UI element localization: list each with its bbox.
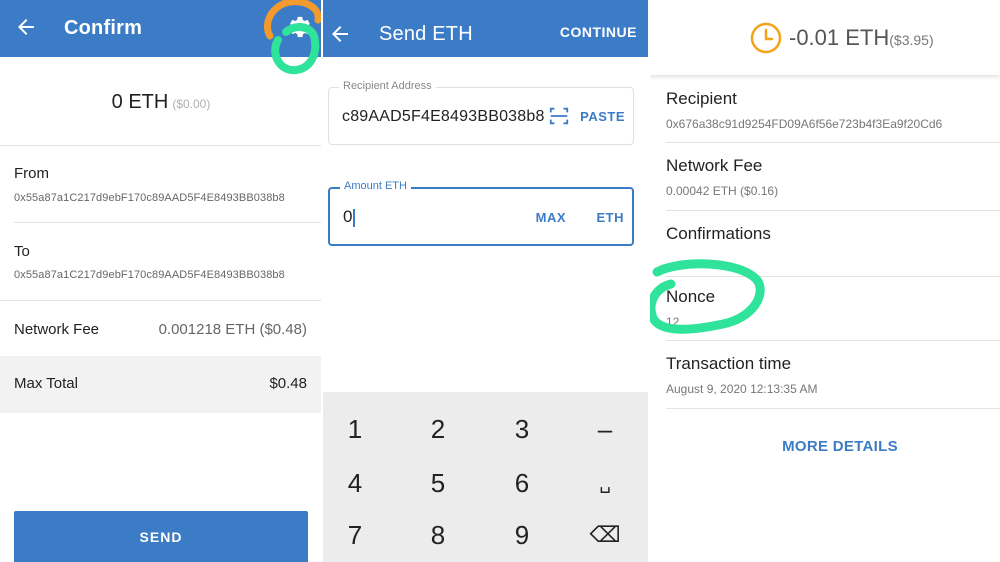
back-arrow-icon[interactable] xyxy=(328,22,352,46)
recipient-address-field[interactable]: Recipient Address c89AAD5F4E8493BB038b8 … xyxy=(328,80,634,145)
recipient-address-value[interactable]: c89AAD5F4E8493BB038b8 xyxy=(342,108,545,126)
continue-button[interactable]: CONTINUE xyxy=(560,24,637,40)
from-label: From xyxy=(14,165,49,182)
transaction-header: -0.01 ETH($3.95) xyxy=(649,0,1000,75)
key-2[interactable]: 2 xyxy=(408,409,468,449)
divider xyxy=(666,142,1000,143)
transaction-time-value: August 9, 2020 12:13:35 AM xyxy=(666,382,818,396)
network-fee-label: Network Fee xyxy=(666,156,763,175)
network-fee-label: Network Fee xyxy=(14,321,100,338)
key-8[interactable]: 8 xyxy=(408,515,468,555)
key-9[interactable]: 9 xyxy=(492,515,552,555)
divider xyxy=(0,145,322,146)
network-fee-value: 0.00042 ETH ($0.16) xyxy=(666,184,779,198)
highlight-scribble xyxy=(649,259,765,334)
page-title: Confirm xyxy=(64,17,143,39)
amount-eth: 0 ETH xyxy=(111,91,169,113)
max-total-row: Max Total $0.48 xyxy=(0,356,322,413)
to-label: To xyxy=(14,243,30,260)
send-eth-screen: Send ETH CONTINUE Recipient Address c89A… xyxy=(322,0,649,562)
recipient-address: 0x676a38c91d9254FD09A6f56e723b4f3Ea9f20C… xyxy=(666,117,943,131)
amount-display: 0 ETH ($0.00) xyxy=(0,91,322,114)
key-7[interactable]: 7 xyxy=(325,515,385,555)
max-total-label: Max Total xyxy=(14,375,78,392)
paste-button[interactable]: PASTE xyxy=(580,109,625,124)
key-1[interactable]: 1 xyxy=(325,409,385,449)
panel-separator xyxy=(648,0,650,562)
to-address: 0x55a87a1C217d9ebF170c89AAD5F4E8493BB038… xyxy=(14,269,285,281)
divider xyxy=(14,222,322,223)
amount-fiat: ($0.00) xyxy=(172,97,211,111)
recipient-address-legend: Recipient Address xyxy=(339,80,436,92)
panel-separator xyxy=(321,0,323,562)
amount-eth-field[interactable]: Amount ETH 0 MAX ETH xyxy=(328,180,634,246)
transaction-details-screen: -0.01 ETH($3.95) Recipient 0x676a38c91d9… xyxy=(649,0,1000,562)
transaction-amount-eth: -0.01 ETH xyxy=(789,25,890,50)
text-cursor xyxy=(353,208,356,227)
amount-input-text: 0 xyxy=(343,207,353,226)
amount-eth-legend: Amount ETH xyxy=(340,180,411,192)
numeric-keypad: 1 2 3 – 4 5 6 ␣ 7 8 9 ⌫ xyxy=(322,392,649,562)
back-arrow-icon[interactable] xyxy=(14,15,38,39)
from-address: 0x55a87a1C217d9ebF170c89AAD5F4E8493BB038… xyxy=(14,192,285,204)
more-details-button[interactable]: MORE DETAILS xyxy=(649,438,1000,455)
scan-qr-icon[interactable] xyxy=(548,105,570,127)
key-minus[interactable]: – xyxy=(575,409,635,449)
key-space[interactable]: ␣ xyxy=(575,463,635,503)
spacer xyxy=(322,57,649,65)
max-total-value: $0.48 xyxy=(269,375,307,392)
divider xyxy=(666,408,1000,409)
confirmations-label: Confirmations xyxy=(666,224,771,243)
key-backspace[interactable]: ⌫ xyxy=(575,515,635,555)
amount-input-value[interactable]: 0 xyxy=(343,207,356,227)
unit-toggle-button[interactable]: ETH xyxy=(597,210,625,225)
transaction-amount: -0.01 ETH($3.95) xyxy=(789,25,934,51)
confirm-screen: Confirm 0 ETH ($0.00) From 0x55a87a1C217d… xyxy=(0,0,322,562)
key-6[interactable]: 6 xyxy=(492,463,552,503)
highlight-scribble xyxy=(264,0,322,75)
send-button[interactable]: SEND xyxy=(14,511,308,562)
divider xyxy=(0,300,322,301)
clock-icon xyxy=(750,22,782,54)
key-3[interactable]: 3 xyxy=(492,409,552,449)
max-button[interactable]: MAX xyxy=(536,210,566,225)
network-fee-value: 0.001218 ETH ($0.48) xyxy=(158,321,307,338)
divider xyxy=(666,210,1000,211)
page-title: Send ETH xyxy=(379,23,473,45)
recipient-label: Recipient xyxy=(666,89,737,108)
key-4[interactable]: 4 xyxy=(325,463,385,503)
transaction-amount-fiat: ($3.95) xyxy=(889,32,934,48)
key-5[interactable]: 5 xyxy=(408,463,468,503)
send-app-bar: Send ETH CONTINUE xyxy=(322,0,649,57)
